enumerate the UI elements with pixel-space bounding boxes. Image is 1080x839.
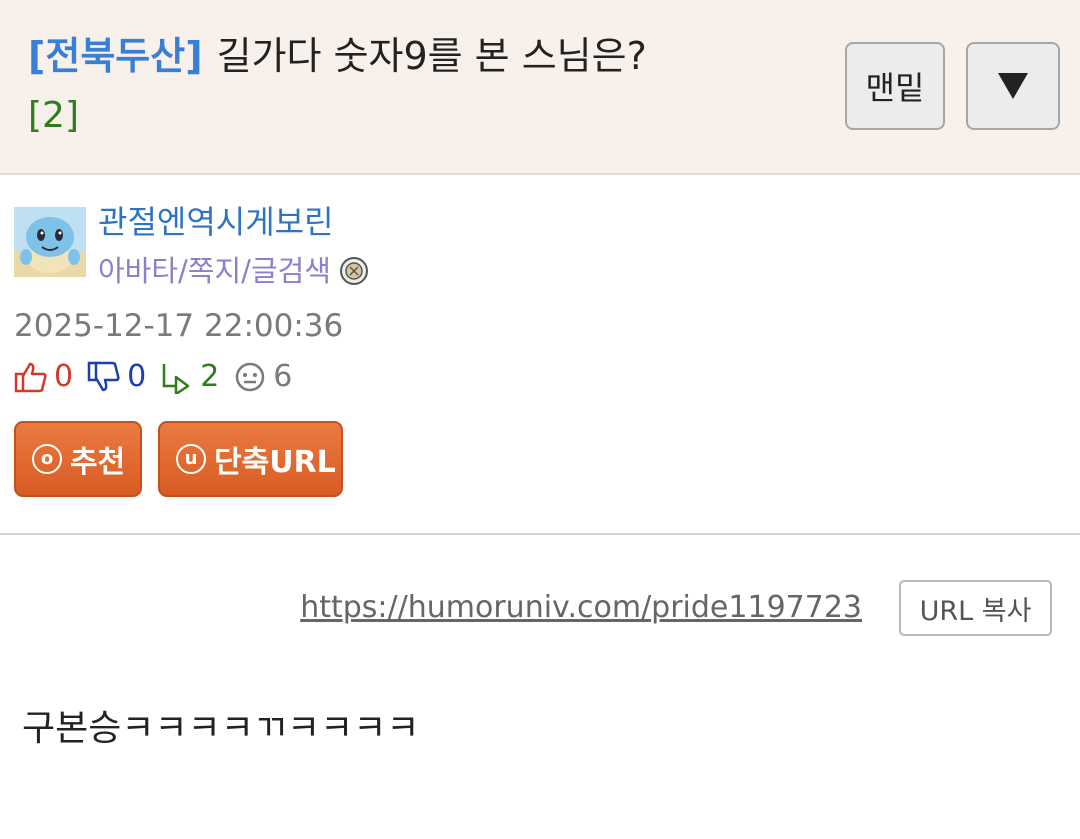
post-title-line: [전북두산] 길가다 숫자9를 본 스님은? — [28, 30, 647, 82]
post-title: 길가다 숫자9를 본 스님은? — [216, 34, 647, 78]
post-stats: 0 0 2 6 — [14, 357, 306, 397]
downvote-count: 0 — [127, 359, 147, 394]
author-links-label[interactable]: 아바타/쪽지/글검색 — [98, 251, 331, 291]
url-row: https://humoruniv.com/pride1197723 URL 복… — [0, 580, 1080, 636]
copy-url-button[interactable]: URL 복사 — [899, 580, 1052, 636]
short-url-label: 단축URL — [214, 445, 336, 480]
view-stat: 6 — [233, 357, 292, 397]
post-header: [전북두산] 길가다 숫자9를 본 스님은? [2] 맨밑 — [0, 0, 1080, 175]
squirtle-avatar-icon — [14, 207, 86, 277]
short-url-shortcut-key: u — [176, 444, 206, 474]
thumbs-up-icon — [14, 362, 47, 393]
upvote-count: 0 — [54, 359, 74, 394]
author-name[interactable]: 관절엔역시게보린 — [98, 201, 334, 243]
recommend-shortcut-key: o — [32, 444, 62, 474]
post-url-link[interactable]: https://humoruniv.com/pride1197723 — [300, 588, 862, 628]
post-body: 구본승ㅋㅋㅋㅋㄲㅋㅋㅋㅋ — [22, 708, 420, 749]
post-date: 2025-12-17 22:00:36 — [14, 308, 344, 344]
reply-count[interactable]: [2] — [28, 92, 79, 140]
board-tag[interactable]: [전북두산] — [28, 34, 203, 78]
upvote-stat[interactable]: 0 — [14, 357, 73, 397]
reply-stat[interactable]: 2 — [160, 357, 219, 397]
go-bottom-button[interactable]: 맨밑 — [845, 42, 945, 130]
downvote-stat[interactable]: 0 — [87, 357, 146, 397]
level-badge-icon — [339, 257, 368, 285]
recommend-button[interactable]: o 추천 — [14, 421, 142, 497]
short-url-button[interactable]: u 단축URL — [158, 421, 343, 497]
smiley-view-icon — [236, 362, 265, 392]
reply-arrow-icon — [162, 364, 190, 394]
view-count: 6 — [273, 359, 293, 394]
avatar[interactable] — [14, 207, 86, 277]
triangle-down-icon — [998, 73, 1028, 99]
author-links: 아바타/쪽지/글검색 — [98, 251, 369, 291]
recommend-label: 추천 — [70, 445, 126, 480]
reply-stat-count: 2 — [200, 359, 220, 394]
thumbs-down-icon — [87, 361, 120, 392]
author-panel: 관절엔역시게보린 아바타/쪽지/글검색 2025-12-17 22:00:36 … — [0, 177, 1080, 535]
more-button[interactable] — [966, 42, 1060, 130]
